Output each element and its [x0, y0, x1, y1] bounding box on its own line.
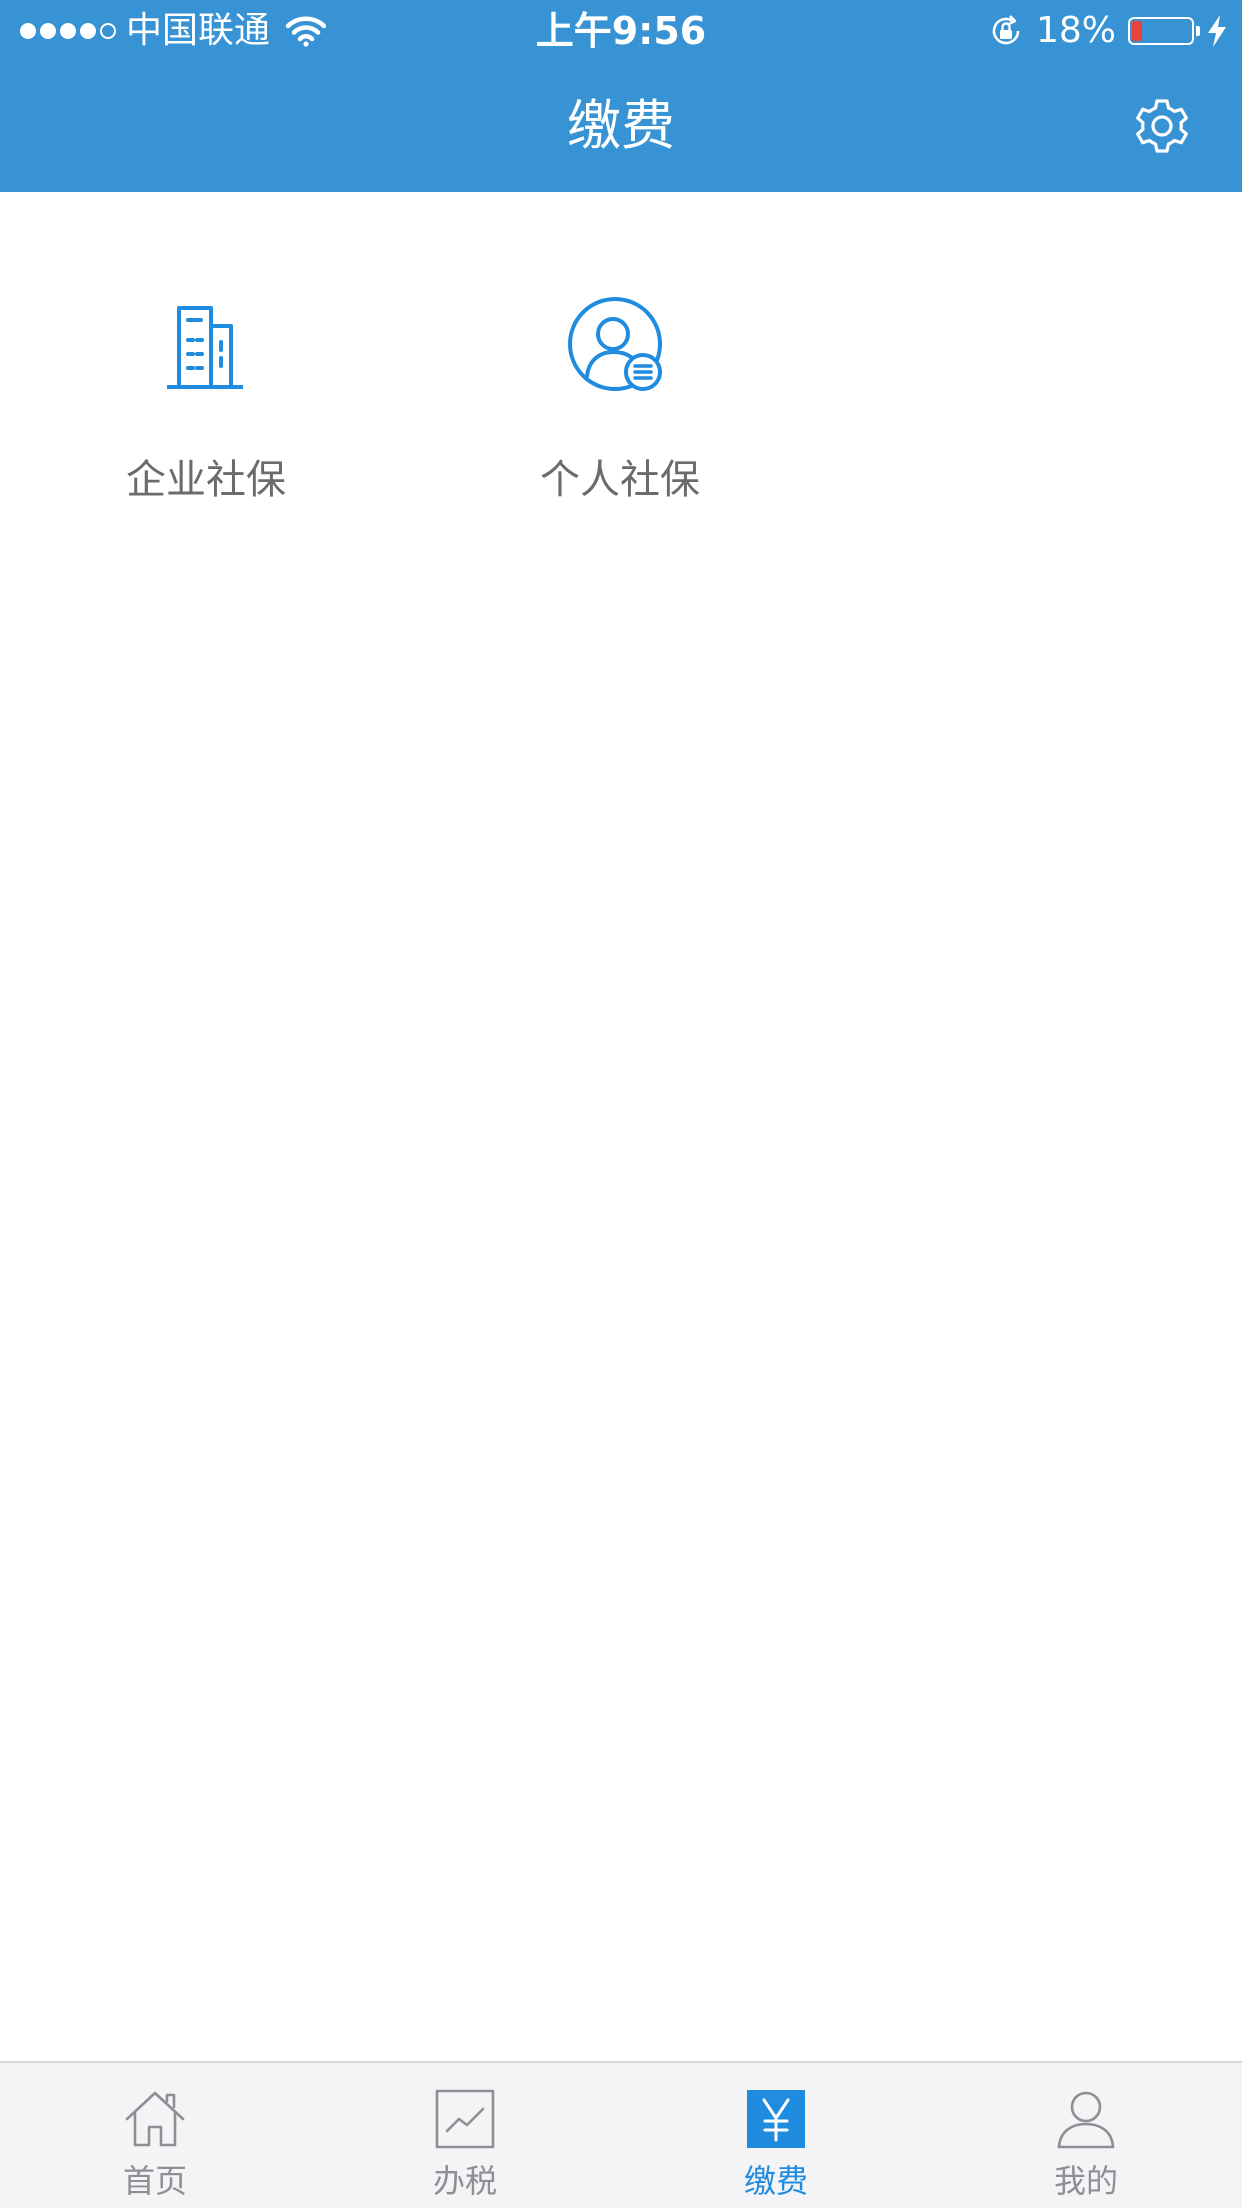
tile-label: 企业社保: [126, 457, 286, 503]
rotation-lock-icon: [992, 15, 1020, 45]
person-badge-icon: [565, 292, 675, 402]
tab-tax[interactable]: 办税: [365, 2087, 565, 2201]
user-icon: [1054, 2087, 1118, 2151]
home-icon: [123, 2087, 187, 2151]
tab-home[interactable]: 首页: [55, 2087, 255, 2201]
tab-label: 办税: [432, 2162, 497, 2200]
personal-social-security-item[interactable]: 个人社保: [490, 292, 750, 542]
enterprise-social-security-item[interactable]: 企业社保: [76, 292, 336, 542]
battery-tip: [1196, 26, 1200, 36]
page-title: 缴费: [567, 94, 675, 157]
tile-label: 个人社保: [540, 457, 700, 503]
header-bar: 中国联通 上午9:56 18% 缴费: [0, 0, 1242, 192]
tab-label: 我的: [1053, 2162, 1118, 2200]
status-bar: 中国联通 上午9:56 18%: [0, 0, 1242, 62]
charging-bolt-icon: [1208, 15, 1226, 47]
tab-mine[interactable]: 我的: [986, 2087, 1186, 2201]
tab-label: 首页: [122, 2162, 187, 2200]
tab-bar: 首页 办税 缴费 我的: [0, 2061, 1242, 2208]
chart-icon: [433, 2087, 497, 2151]
gear-icon: [1136, 99, 1188, 153]
tab-payment[interactable]: 缴费: [676, 2087, 876, 2201]
tab-label: 缴费: [743, 2162, 808, 2200]
battery-level: [1132, 21, 1142, 41]
status-right: 18%: [988, 8, 1228, 54]
settings-button[interactable]: [1130, 94, 1194, 158]
yuan-icon: [744, 2087, 808, 2151]
battery-percent: 18%: [1035, 10, 1116, 51]
battery-icon: [1128, 17, 1200, 45]
building-icon: [151, 292, 261, 402]
